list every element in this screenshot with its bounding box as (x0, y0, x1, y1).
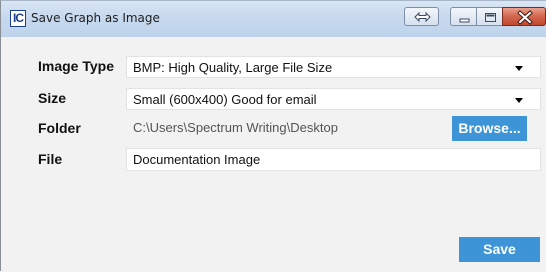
window-title: Save Graph as Image (31, 11, 160, 25)
file-name-input[interactable] (126, 148, 541, 171)
chevron-down-icon (515, 98, 523, 103)
file-label: File (38, 151, 63, 167)
maximize-icon (485, 13, 496, 22)
title-bar[interactable]: IC Save Graph as Image (1, 1, 546, 37)
chevron-down-icon (515, 66, 523, 71)
minimize-button[interactable] (450, 7, 477, 26)
save-button[interactable]: Save (459, 237, 540, 262)
swap-window-button[interactable] (404, 7, 439, 26)
folder-label: Folder (38, 120, 81, 136)
image-type-select[interactable]: BMP: High Quality, Large File Size (126, 56, 541, 78)
app-icon: IC (10, 10, 26, 27)
image-type-label: Image Type (38, 58, 114, 74)
double-arrow-icon (414, 11, 431, 23)
image-type-value: BMP: High Quality, Large File Size (133, 60, 333, 75)
save-graph-dialog: IC Save Graph as Image Image Type BMP: H… (0, 0, 546, 272)
maximize-button[interactable] (476, 7, 503, 26)
browse-button[interactable]: Browse... (452, 116, 527, 141)
folder-path: C:\Users\Spectrum Writing\Desktop (133, 120, 338, 135)
close-button[interactable] (502, 7, 546, 26)
size-label: Size (38, 90, 67, 106)
size-value: Small (600x400) Good for email (133, 92, 317, 107)
minimize-icon (459, 18, 470, 23)
dialog-body: Image Type BMP: High Quality, Large File… (1, 37, 546, 272)
size-select[interactable]: Small (600x400) Good for email (126, 88, 541, 110)
close-icon (517, 10, 533, 25)
